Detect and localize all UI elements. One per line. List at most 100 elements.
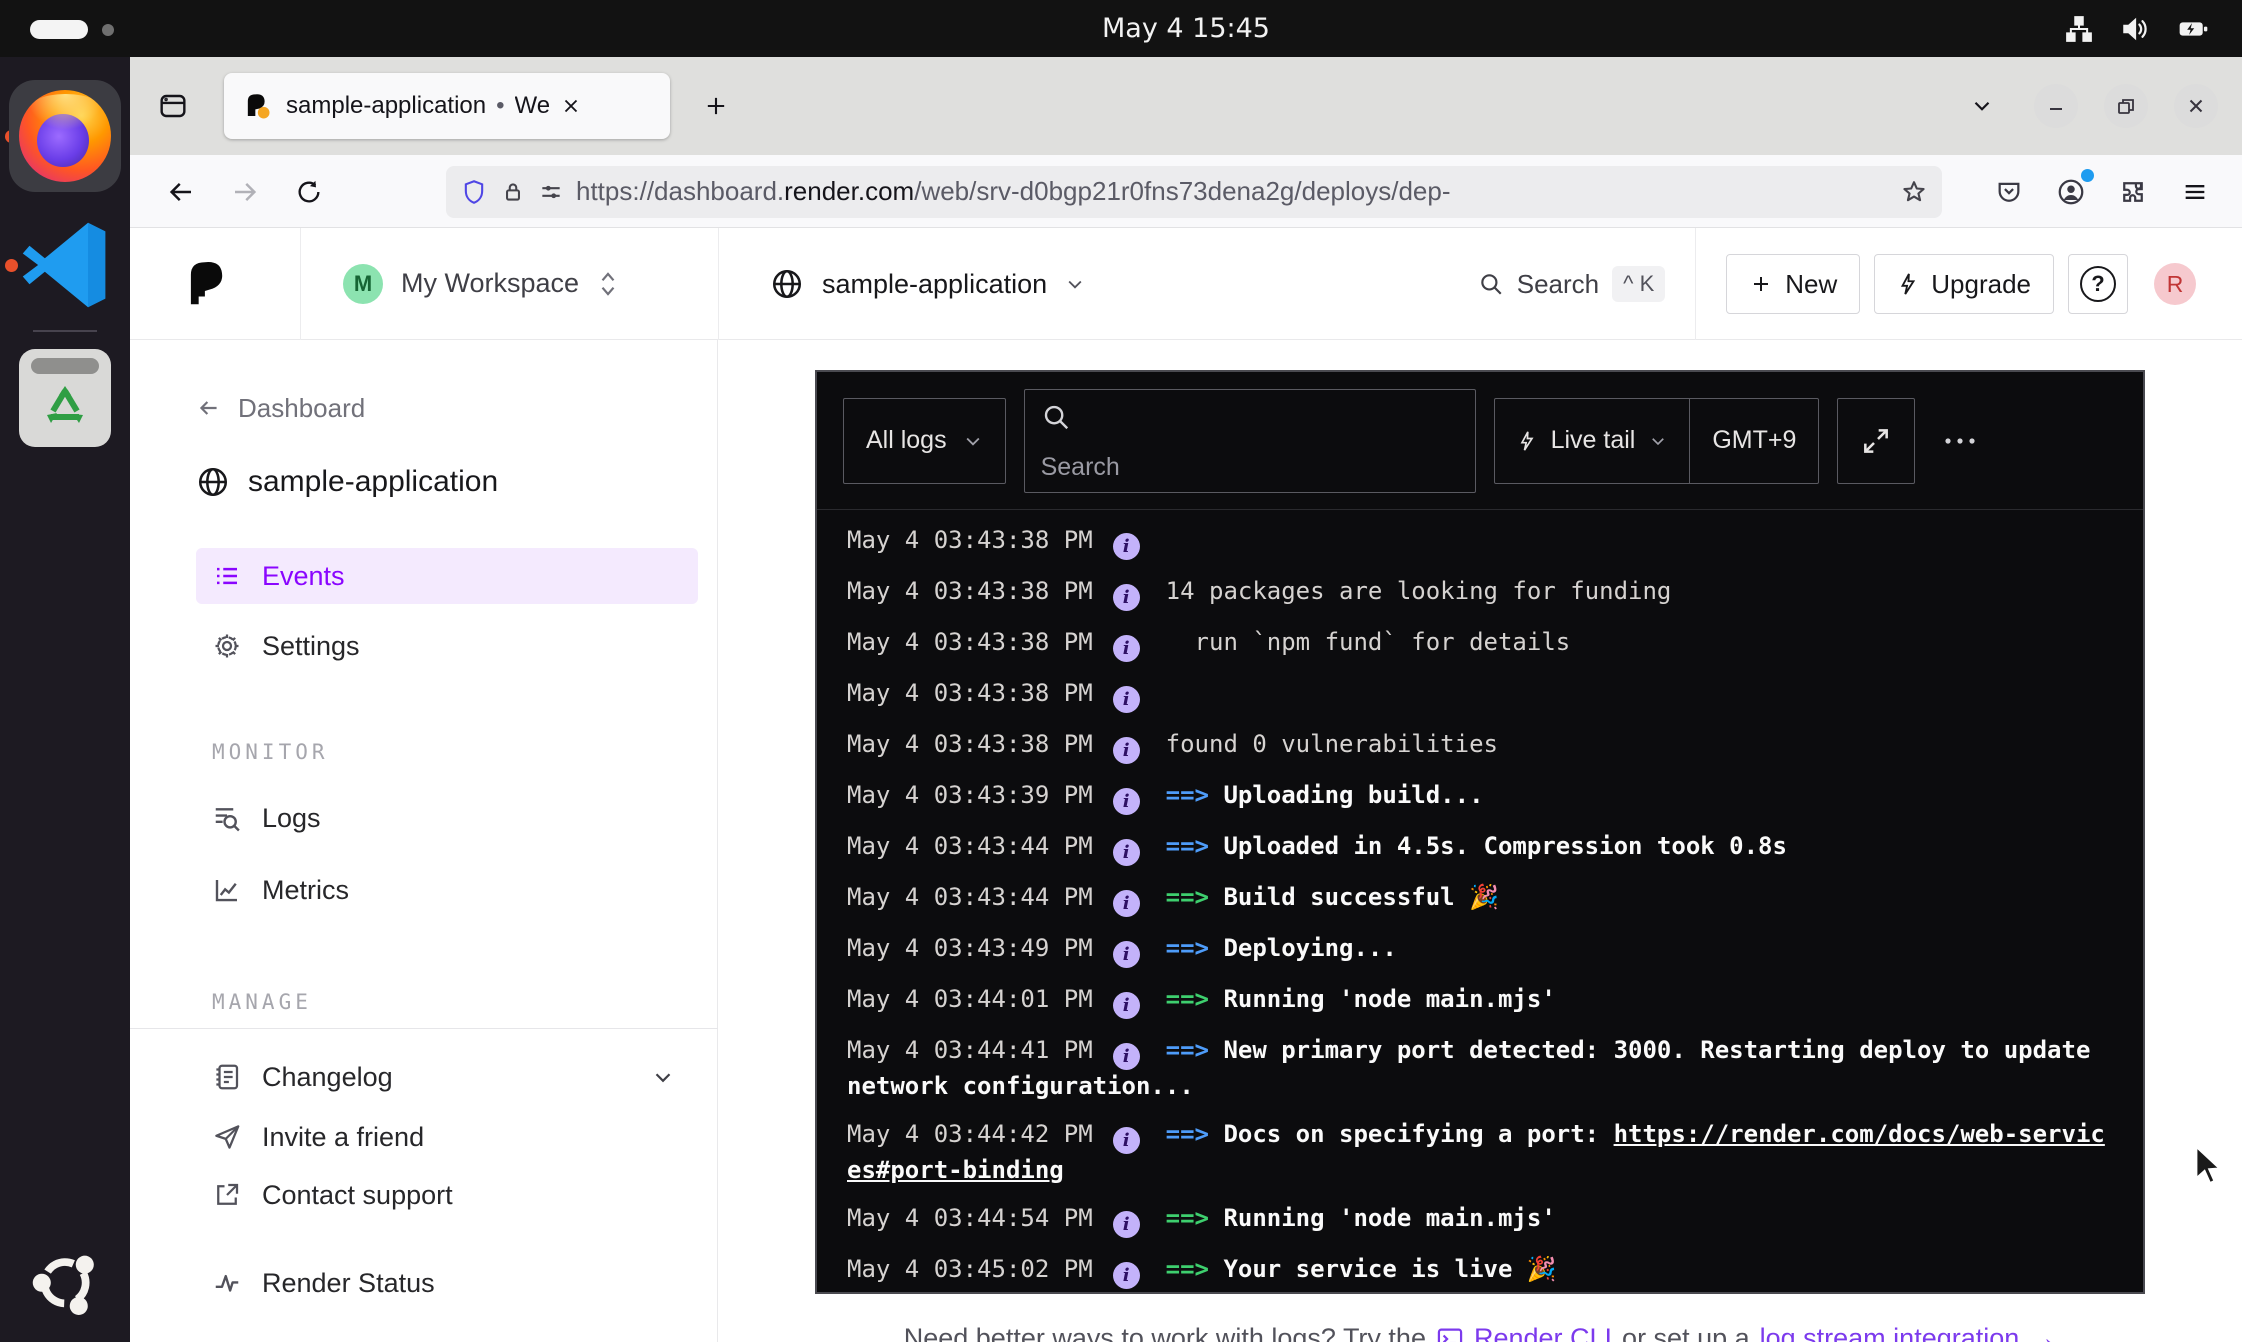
log-entry: May 4 03:43:38 PMi <box>847 524 2113 560</box>
ellipsis-icon <box>1943 436 1977 446</box>
tab-close-button[interactable] <box>552 87 590 125</box>
url-path: /web/srv-d0bgp21r0fns73dena2g/deploys/de… <box>914 176 1450 206</box>
puzzle-icon <box>2119 178 2147 206</box>
sidebar-item-events[interactable]: Events <box>196 548 698 604</box>
footer-text-1: Need better ways to work with logs? Try … <box>904 1323 1426 1342</box>
list-all-tabs-button[interactable] <box>1958 82 2006 130</box>
log-timestamp: May 4 03:43:38 PM <box>847 679 1093 707</box>
render-logo[interactable] <box>180 256 236 312</box>
terminal-icon <box>1436 1325 1464 1342</box>
back-arrow-icon <box>166 177 196 207</box>
sidebar-item-metrics[interactable]: Metrics <box>196 862 698 918</box>
log-timestamp: May 4 03:43:44 PM <box>847 883 1093 911</box>
log-entry: May 4 03:43:38 PMi14 packages are lookin… <box>847 575 2113 611</box>
system-tray[interactable] <box>2064 0 2210 57</box>
header-divider-1 <box>300 228 301 340</box>
lock-icon[interactable] <box>500 179 526 205</box>
new-button-label: New <box>1785 269 1837 300</box>
sidebar-divider <box>130 1028 718 1029</box>
log-entries[interactable]: May 4 03:43:38 PMi May 4 03:43:38 PMi14 … <box>817 510 2143 1292</box>
workspace-selector[interactable]: M My Workspace <box>343 264 619 304</box>
pocket-button[interactable] <box>1982 165 2036 219</box>
log-arrow: ==> <box>1166 883 1224 911</box>
dock-firefox[interactable] <box>9 80 121 192</box>
search-icon <box>1478 271 1504 297</box>
log-more-button[interactable] <box>1933 398 1987 484</box>
new-tab-button[interactable] <box>690 80 742 132</box>
menu-button[interactable] <box>2168 165 2222 219</box>
workspace-pill[interactable] <box>30 20 88 39</box>
workspace-name: My Workspace <box>401 268 579 299</box>
sidebar-item-contact[interactable]: Contact support <box>196 1169 698 1221</box>
page-header: M My Workspace sample-application <box>130 228 2242 340</box>
extensions-button[interactable] <box>2106 165 2160 219</box>
log-arrow: ==> <box>1166 985 1224 1013</box>
sidebar-item-invite[interactable]: Invite a friend <box>196 1111 698 1163</box>
tracking-shield-icon[interactable] <box>460 178 488 206</box>
battery-icon <box>2176 14 2210 44</box>
dock-trash[interactable] <box>19 349 111 447</box>
restore-button[interactable] <box>2104 84 2148 128</box>
log-filter-button[interactable]: All logs <box>843 398 1006 484</box>
log-entry: May 4 03:43:44 PMi==> Uploaded in 4.5s. … <box>847 830 2113 866</box>
main-content: All logs Search <box>718 340 2242 1342</box>
log-message: run `npm fund` for details <box>1166 628 1571 656</box>
globe-icon <box>770 267 804 301</box>
vscode-icon <box>17 217 113 313</box>
external-link-icon <box>212 1180 242 1210</box>
global-search[interactable]: Search ^ K <box>1478 266 1666 302</box>
info-icon: i <box>1113 1127 1140 1154</box>
minimize-button[interactable] <box>2034 84 2078 128</box>
close-window-button[interactable] <box>2174 84 2218 128</box>
reload-button[interactable] <box>282 165 336 219</box>
url-bar[interactable]: https://dashboard.render.com/web/srv-d0b… <box>446 166 1942 218</box>
upgrade-button-label: Upgrade <box>1931 269 2031 300</box>
log-timestamp: May 4 03:43:39 PM <box>847 781 1093 809</box>
firefox-icon <box>19 90 111 182</box>
upgrade-button[interactable]: Upgrade <box>1874 254 2054 314</box>
page-body: Dashboard sample-application Events <box>130 340 2242 1342</box>
trash-lid-icon <box>31 358 99 374</box>
dock-vscode[interactable] <box>15 215 115 315</box>
bookmark-star-icon[interactable] <box>1900 178 1928 206</box>
render-cli-link[interactable]: Render CLI <box>1474 1323 1612 1342</box>
log-timestamp: May 4 03:43:38 PM <box>847 628 1093 656</box>
log-message: found 0 vulnerabilities <box>1166 730 1498 758</box>
help-button[interactable]: ? <box>2068 254 2128 314</box>
sidebar-back-dashboard[interactable]: Dashboard <box>196 390 697 426</box>
log-timestamp: May 4 03:44:42 PM <box>847 1120 1093 1148</box>
firefox-view-button[interactable] <box>146 79 200 133</box>
sidebar-item-changelog[interactable]: Changelog <box>196 1051 698 1103</box>
footer-arrow[interactable]: → <box>2029 1323 2056 1342</box>
chevron-down-icon <box>1649 432 1667 450</box>
log-search-input[interactable]: Search <box>1024 389 1476 493</box>
dock-show-apps[interactable] <box>22 1238 108 1324</box>
forward-button[interactable] <box>218 165 272 219</box>
service-selector[interactable]: sample-application <box>770 228 1085 340</box>
firefox-view-icon <box>157 90 189 122</box>
timezone-button[interactable]: GMT+9 <box>1690 399 1818 483</box>
sidebar-service[interactable]: sample-application <box>196 460 697 504</box>
sidebar-item-render-status[interactable]: Render Status <box>196 1255 698 1311</box>
live-tail-button[interactable]: Live tail <box>1495 399 1690 483</box>
back-button[interactable] <box>154 165 208 219</box>
workspace-dot[interactable] <box>102 24 114 36</box>
expand-logs-button[interactable] <box>1837 398 1915 484</box>
log-timestamp: May 4 03:43:38 PM <box>847 730 1093 758</box>
info-icon: i <box>1113 584 1140 611</box>
sidebar-item-settings[interactable]: Settings <box>196 618 698 674</box>
logs-footer: Need better ways to work with logs? Try … <box>815 1323 2145 1342</box>
account-button[interactable] <box>2044 165 2098 219</box>
system-clock[interactable]: May 4 15:45 <box>130 0 2242 57</box>
timezone-label: GMT+9 <box>1712 426 1796 455</box>
sidebar-item-label: Render Status <box>262 1268 435 1299</box>
new-button[interactable]: New <box>1726 254 1860 314</box>
tab-sample-application[interactable]: sample-application • We <box>224 73 670 139</box>
sidebar-item-logs[interactable]: Logs <box>196 790 698 846</box>
user-avatar[interactable]: R <box>2154 263 2196 305</box>
system-bar: May 4 15:45 <box>0 0 2242 57</box>
log-stream-integration-link[interactable]: log stream integration <box>1760 1323 2020 1342</box>
log-timestamp: May 4 03:43:38 PM <box>847 577 1093 605</box>
permissions-icon[interactable] <box>538 179 564 205</box>
chevron-down-icon <box>650 1064 676 1090</box>
